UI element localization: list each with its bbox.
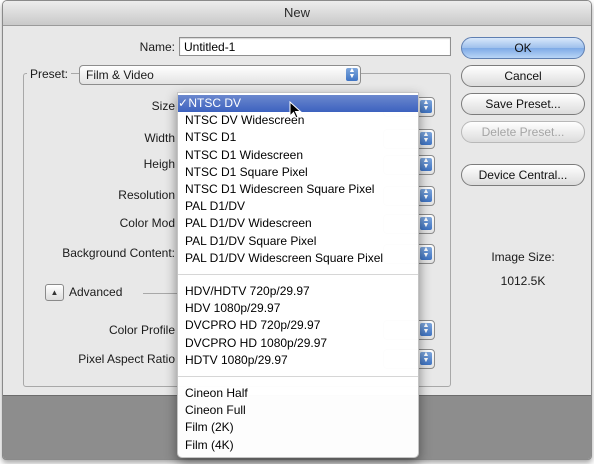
size-menu-item-label: NTSC D1 Square Pixel [185, 164, 308, 179]
size-menu-item-label: HDV 1080p/29.97 [185, 301, 281, 316]
size-menu-item[interactable]: PAL D1/DV [178, 198, 418, 215]
popup-stepper-icon: ▲ ▼ [420, 99, 432, 113]
size-menu-item[interactable]: HDTV 1080p/29.97 [178, 352, 418, 369]
popup-stepper-icon: ▲ ▼ [420, 322, 432, 336]
size-menu-item-label: PAL D1/DV Widescreen [185, 216, 312, 231]
popup-stepper-icon: ▲ ▼ [420, 351, 432, 365]
mouse-pointer-icon [289, 101, 302, 119]
color-mode-label: Color Mod [119, 216, 175, 230]
preset-label: Preset: [27, 67, 72, 81]
advanced-label: Advanced [69, 285, 123, 299]
popup-stepper-icon: ▲ ▼ [420, 131, 432, 145]
size-menu-item[interactable]: HDV 1080p/29.97 [178, 300, 418, 317]
size-menu-item[interactable]: NTSC D1 [178, 129, 418, 146]
popup-stepper-icon: ▲ ▼ [420, 157, 432, 171]
pixel-aspect-ratio-label: Pixel Aspect Ratio [78, 352, 175, 366]
size-menu-item[interactable]: Cineon Half [178, 385, 418, 402]
size-menu-item[interactable]: PAL D1/DV Widescreen Square Pixel [178, 250, 418, 267]
advanced-disclosure-button[interactable]: ▲ [45, 284, 64, 301]
image-size-value: 1012.5K [500, 274, 546, 288]
size-menu-item-label: NTSC DV [188, 96, 242, 110]
size-menu-item[interactable]: PAL D1/DV Square Pixel [178, 233, 418, 250]
size-menu-item[interactable]: NTSC D1 Widescreen [178, 147, 418, 164]
name-label: Name: [139, 40, 175, 54]
device-central-button[interactable]: Device Central... [461, 164, 585, 186]
size-menu-item-label: HDTV 1080p/29.97 [185, 352, 288, 367]
checkmark-icon: ✓ [178, 96, 189, 110]
size-menu-item-label: Cineon Half [185, 386, 248, 400]
popup-stepper-icon: ▲ ▼ [420, 216, 432, 230]
menu-separator [178, 274, 418, 275]
popup-stepper-icon: ▲ ▼ [420, 188, 432, 202]
advanced-divider [143, 293, 181, 294]
cancel-button[interactable]: Cancel [461, 65, 585, 87]
size-menu-item-label: PAL D1/DV Square Pixel [185, 233, 317, 248]
size-menu-item-label: PAL D1/DV [185, 199, 246, 214]
size-menu-item[interactable]: DVCPRO HD 720p/29.97 [178, 317, 418, 334]
size-menu-item-label: NTSC D1 [185, 130, 237, 145]
save-preset-button[interactable]: Save Preset... [461, 93, 585, 115]
size-menu-item-label: NTSC D1 Widescreen Square Pixel [185, 182, 375, 196]
size-menu-item-label: NTSC DV Widescreen [185, 113, 305, 128]
height-label: Heigh [143, 157, 175, 171]
dialog-title: New [3, 1, 591, 26]
popup-stepper-icon: ▲ ▼ [420, 246, 432, 260]
size-menu-item[interactable]: DVCPRO HD 1080p/29.97 [178, 335, 418, 352]
preset-popup[interactable]: Film & Video ▲ ▼ [79, 65, 361, 85]
name-input[interactable] [179, 37, 451, 56]
delete-preset-button[interactable]: Delete Preset... [461, 121, 585, 143]
size-menu-item[interactable]: NTSC D1 Square Pixel [178, 164, 418, 181]
popup-stepper-icon: ▲ ▼ [346, 67, 358, 81]
size-menu-item-label: PAL D1/DV Widescreen Square Pixel [185, 250, 384, 265]
background-contents-label: Background Content: [62, 246, 175, 260]
size-menu-item-label: Film (2K) [185, 420, 234, 435]
size-menu-item-label: DVCPRO HD 1080p/29.97 [185, 335, 328, 350]
size-menu-item-label: HDV/HDTV 720p/29.97 [185, 284, 310, 298]
size-menu-item[interactable]: HDV/HDTV 720p/29.97 [178, 283, 418, 300]
size-dropdown-menu: ✓ NTSC DV NTSC DV Widescreen NTSC D1 NTSC D… [177, 92, 419, 458]
size-menu-item-label: DVCPRO HD 720p/29.97 [185, 318, 321, 333]
preset-value: Film & Video [86, 68, 154, 82]
triangle-up-icon: ▲ [50, 288, 59, 297]
size-menu-item[interactable]: Cineon Full [178, 402, 418, 419]
size-menu-item[interactable]: Film (4K) [178, 437, 418, 454]
size-menu-item[interactable]: PAL D1/DV Widescreen [178, 215, 418, 232]
image-size-label: Image Size: [491, 250, 555, 264]
menu-separator [178, 376, 418, 377]
size-menu-item-label: Cineon Full [185, 403, 246, 418]
size-menu-item[interactable]: NTSC D1 Widescreen Square Pixel [178, 181, 418, 198]
width-label: Width [144, 131, 175, 145]
resolution-label: Resolution [118, 188, 175, 202]
color-profile-label: Color Profile [108, 323, 175, 337]
size-menu-item-label: NTSC D1 Widescreen [185, 147, 304, 162]
ok-button[interactable]: OK [461, 37, 585, 59]
size-menu-item-label: Film (4K) [185, 437, 234, 452]
size-menu-item[interactable]: Film (2K) [178, 419, 418, 436]
size-label: Size [151, 99, 175, 113]
